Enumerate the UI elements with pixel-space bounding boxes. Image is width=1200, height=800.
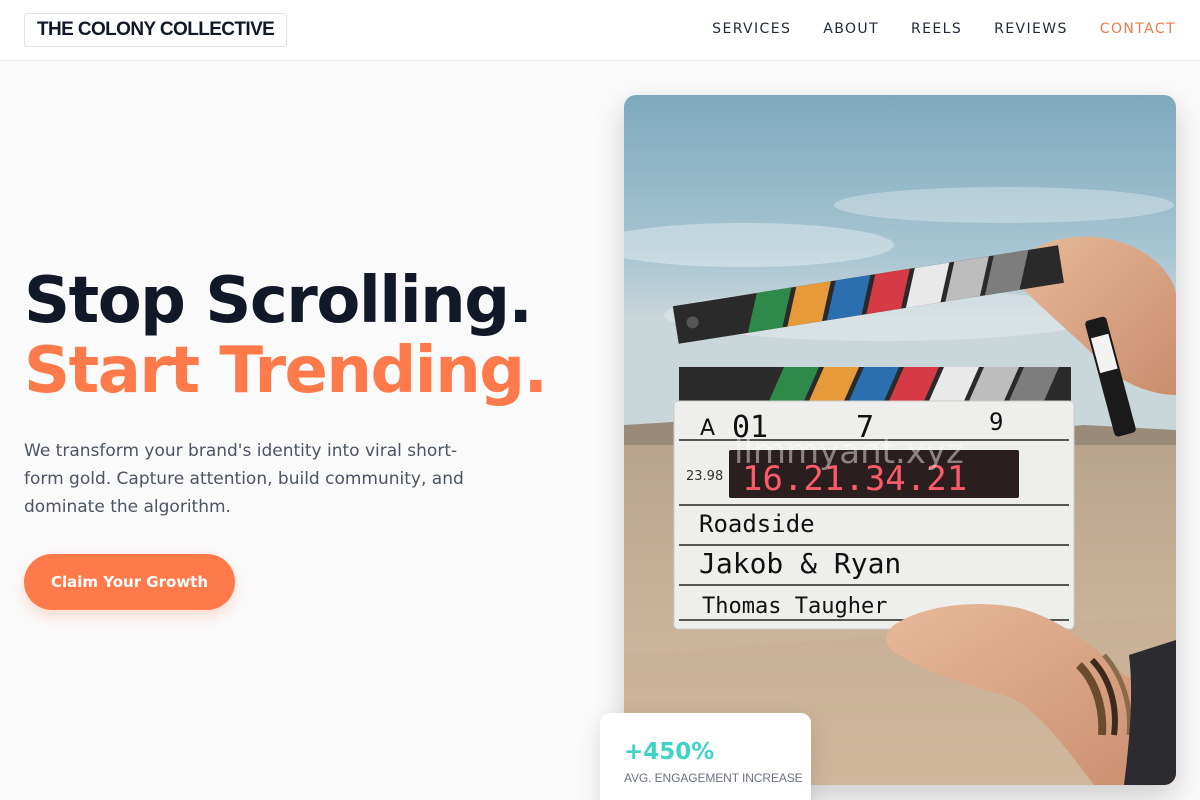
hero-photo-clapperboard: A 01 7 9 23.98 16.21.34.21 Roadside Jako… [624, 95, 1176, 785]
slate-fps-text: 23.98 [686, 469, 723, 484]
nav-about-link[interactable]: ABOUT [823, 21, 879, 37]
nav-services-link[interactable]: SERVICES [712, 21, 791, 37]
slate-roll-text: A [700, 416, 715, 441]
main-nav: SERVICES ABOUT REELS REVIEWS CONTACT [712, 0, 1176, 58]
stat-value: +450% [624, 739, 715, 765]
hero-title: Stop Scrolling. Start Trending. [24, 264, 548, 408]
slate-prod-text: Roadside [699, 510, 815, 538]
nav-reels-link[interactable]: REELS [911, 21, 962, 37]
slate-cam-text: Thomas Taugher [702, 594, 887, 619]
hero-title-line1: Stop Scrolling. [24, 264, 533, 338]
slate-take-b-text: 9 [989, 408, 1003, 436]
brand-logo[interactable]: THE COLONY COLLECTIVE [24, 13, 288, 47]
hero-title-line2: Start Trending. [24, 334, 548, 408]
claim-growth-button[interactable]: Claim Your Growth [24, 554, 235, 610]
hero-description: We transform your brand's identity into … [24, 441, 464, 517]
nav-contact-link[interactable]: CONTACT [1100, 21, 1176, 37]
stat-label: AVG. ENGAGEMENT INCREASE [624, 771, 803, 785]
slate-dir-text: Jakob & Ryan [699, 547, 901, 580]
engagement-stat-card: +450% AVG. ENGAGEMENT INCREASE [600, 713, 811, 800]
site-header: THE COLONY COLLECTIVE SERVICES ABOUT REE… [0, 0, 1200, 61]
nav-reviews-link[interactable]: REVIEWS [994, 21, 1068, 37]
photo-watermark: ilmmyant.xyz [734, 432, 964, 472]
